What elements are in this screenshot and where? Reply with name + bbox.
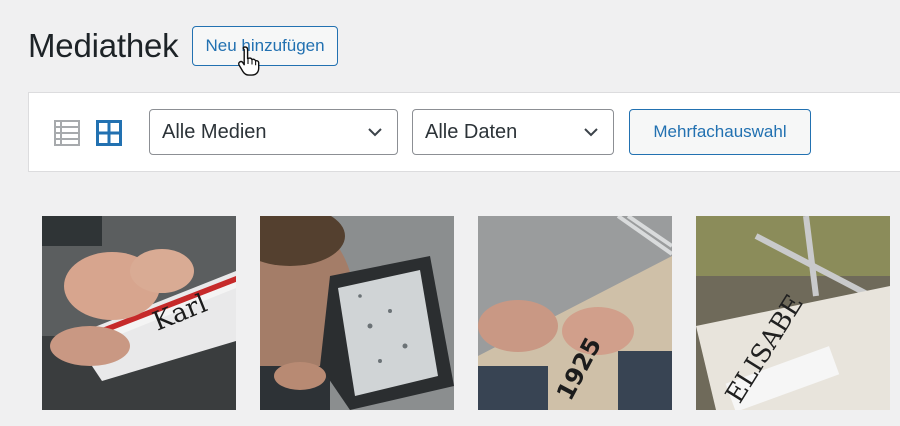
media-item-thumbnail[interactable] — [260, 216, 454, 410]
date-filter[interactable]: Alle Daten — [412, 109, 614, 155]
bulk-select-label: Mehrfachauswahl — [653, 122, 787, 141]
media-image: Karl — [42, 216, 236, 410]
media-item-thumbnail[interactable]: Karl — [42, 216, 236, 410]
grid-view-icon — [96, 120, 122, 146]
media-image: 1925 — [478, 216, 672, 410]
media-toolbar: Alle Medien Alle Daten Mehrfachauswahl — [28, 92, 900, 172]
add-new-label: Neu hinzufügen — [205, 36, 325, 55]
media-image: ELISABE — [696, 216, 890, 410]
media-item-thumbnail[interactable]: 1925 — [478, 216, 672, 410]
list-view-button[interactable] — [53, 119, 81, 147]
add-new-button[interactable]: Neu hinzufügen — [192, 26, 338, 76]
media-image — [260, 216, 454, 410]
media-type-filter[interactable]: Alle Medien — [149, 109, 398, 155]
media-item-thumbnail[interactable]: ELISABE — [696, 216, 890, 410]
page-title: Mediathek — [28, 27, 179, 64]
list-view-icon — [54, 120, 80, 146]
grid-view-button[interactable] — [95, 119, 123, 147]
media-type-filter-value: Alle Medien — [162, 120, 267, 143]
page-header: Mediathek Neu hinzufügen — [28, 26, 338, 76]
chevron-down-icon — [584, 128, 598, 137]
chevron-down-icon — [368, 128, 382, 137]
date-filter-value: Alle Daten — [425, 120, 518, 143]
bulk-select-button[interactable]: Mehrfachauswahl — [629, 109, 811, 155]
